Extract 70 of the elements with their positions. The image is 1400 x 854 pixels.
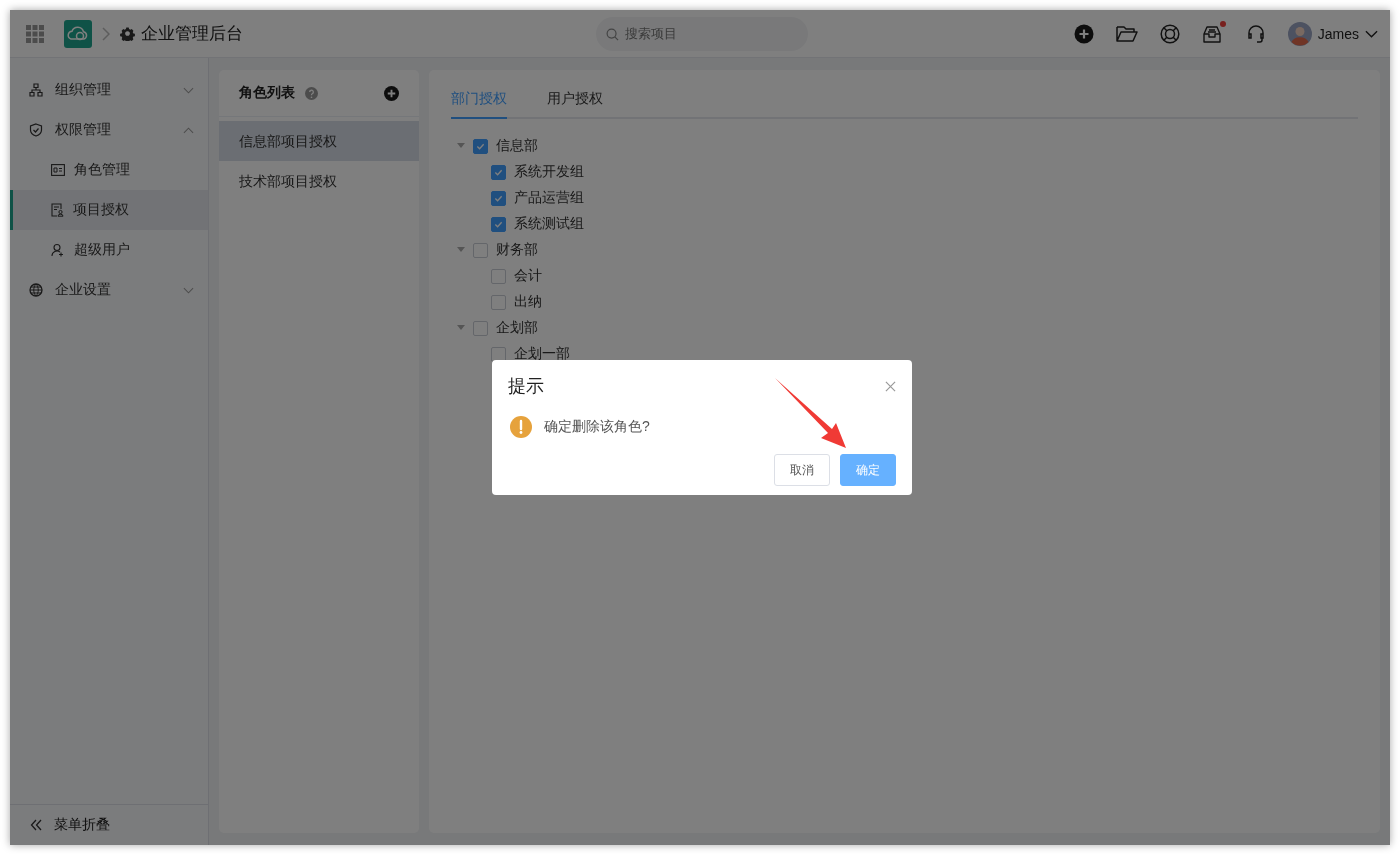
search-field[interactable]: 搜索项目 [596,16,808,51]
chevron-down-icon [183,286,194,294]
tree-label[interactable]: 财务部 [496,241,538,259]
cancel-button[interactable]: 取消 [774,454,830,486]
tree-label[interactable]: 系统开发组 [514,163,584,181]
help-icon[interactable] [305,86,318,100]
annotation-arrow [775,378,846,448]
tree-label[interactable]: 系统测试组 [514,215,584,233]
check-icon [494,219,503,229]
shield-icon [29,123,43,137]
checkbox[interactable] [473,138,488,154]
headset-icon[interactable] [1245,23,1266,44]
search-icon [606,27,619,41]
role-item[interactable]: 技术部项目授权 [219,161,419,201]
warning-icon [510,416,532,438]
lifebuoy-icon[interactable] [1159,23,1180,44]
chevron-down-icon[interactable] [1365,29,1378,38]
dialog-title: 提示 [508,375,544,398]
tree-label[interactable]: 企划一部 [514,345,570,363]
confirm-button[interactable]: 确定 [840,454,896,486]
checkbox[interactable] [491,346,506,362]
folder-icon[interactable] [1115,24,1138,43]
menu-item[interactable]: 超级用户 [10,230,208,270]
menu-group[interactable]: 企业设置 [10,270,208,310]
add-icon[interactable] [1073,23,1094,44]
user-add-icon [51,243,65,257]
tree-label[interactable]: 信息部 [496,137,538,155]
avatar-icon[interactable] [1287,21,1312,46]
hierarchy-icon [29,83,43,97]
chevron-right-icon [102,26,110,41]
dialog-message: 确定删除该角色? [544,418,650,436]
checkbox[interactable] [473,242,488,258]
checkbox[interactable] [491,164,506,180]
check-icon [494,193,503,203]
tree-label[interactable]: 会计 [514,267,542,285]
panel-title: 角色列表 [239,84,295,102]
checkbox[interactable] [491,190,506,206]
document-user-icon [51,203,64,217]
chevron-up-icon [183,126,194,134]
checkbox[interactable] [491,268,506,284]
id-card-icon [51,164,65,176]
menu-group[interactable]: 组织管理 [10,70,208,110]
settings-icon [120,26,135,41]
tree-label[interactable]: 产品运营组 [514,189,584,207]
caret-icon[interactable] [457,247,465,253]
checkbox[interactable] [473,320,488,336]
check-icon [494,167,503,177]
role-item[interactable]: 信息部项目授权 [219,121,419,161]
cloud-logo-icon[interactable] [64,19,92,48]
checkbox[interactable] [491,294,506,310]
checkbox[interactable] [491,216,506,232]
chevron-down-icon [183,86,194,94]
close-icon[interactable] [885,380,896,392]
tree-label[interactable]: 企划部 [496,319,538,337]
inbox-icon[interactable] [1201,23,1224,44]
tab[interactable]: 用户授权 [547,84,603,119]
apps-grid-icon[interactable] [26,24,44,43]
tree-label[interactable]: 出纳 [514,293,542,311]
menu-item[interactable]: 角色管理 [10,150,208,190]
menu-group[interactable]: 权限管理 [10,110,208,150]
user-name[interactable]: James [1317,25,1359,42]
double-chevron-left-icon [30,819,42,831]
check-icon [476,141,485,151]
globe-icon [29,283,43,297]
caret-icon[interactable] [457,143,465,149]
add-icon[interactable] [384,85,399,101]
app-title: 企业管理后台 [141,23,243,45]
collapse-menu-button[interactable]: 菜单折叠 [10,804,208,845]
caret-icon[interactable] [457,325,465,331]
menu-item[interactable]: 项目授权 [10,190,208,230]
